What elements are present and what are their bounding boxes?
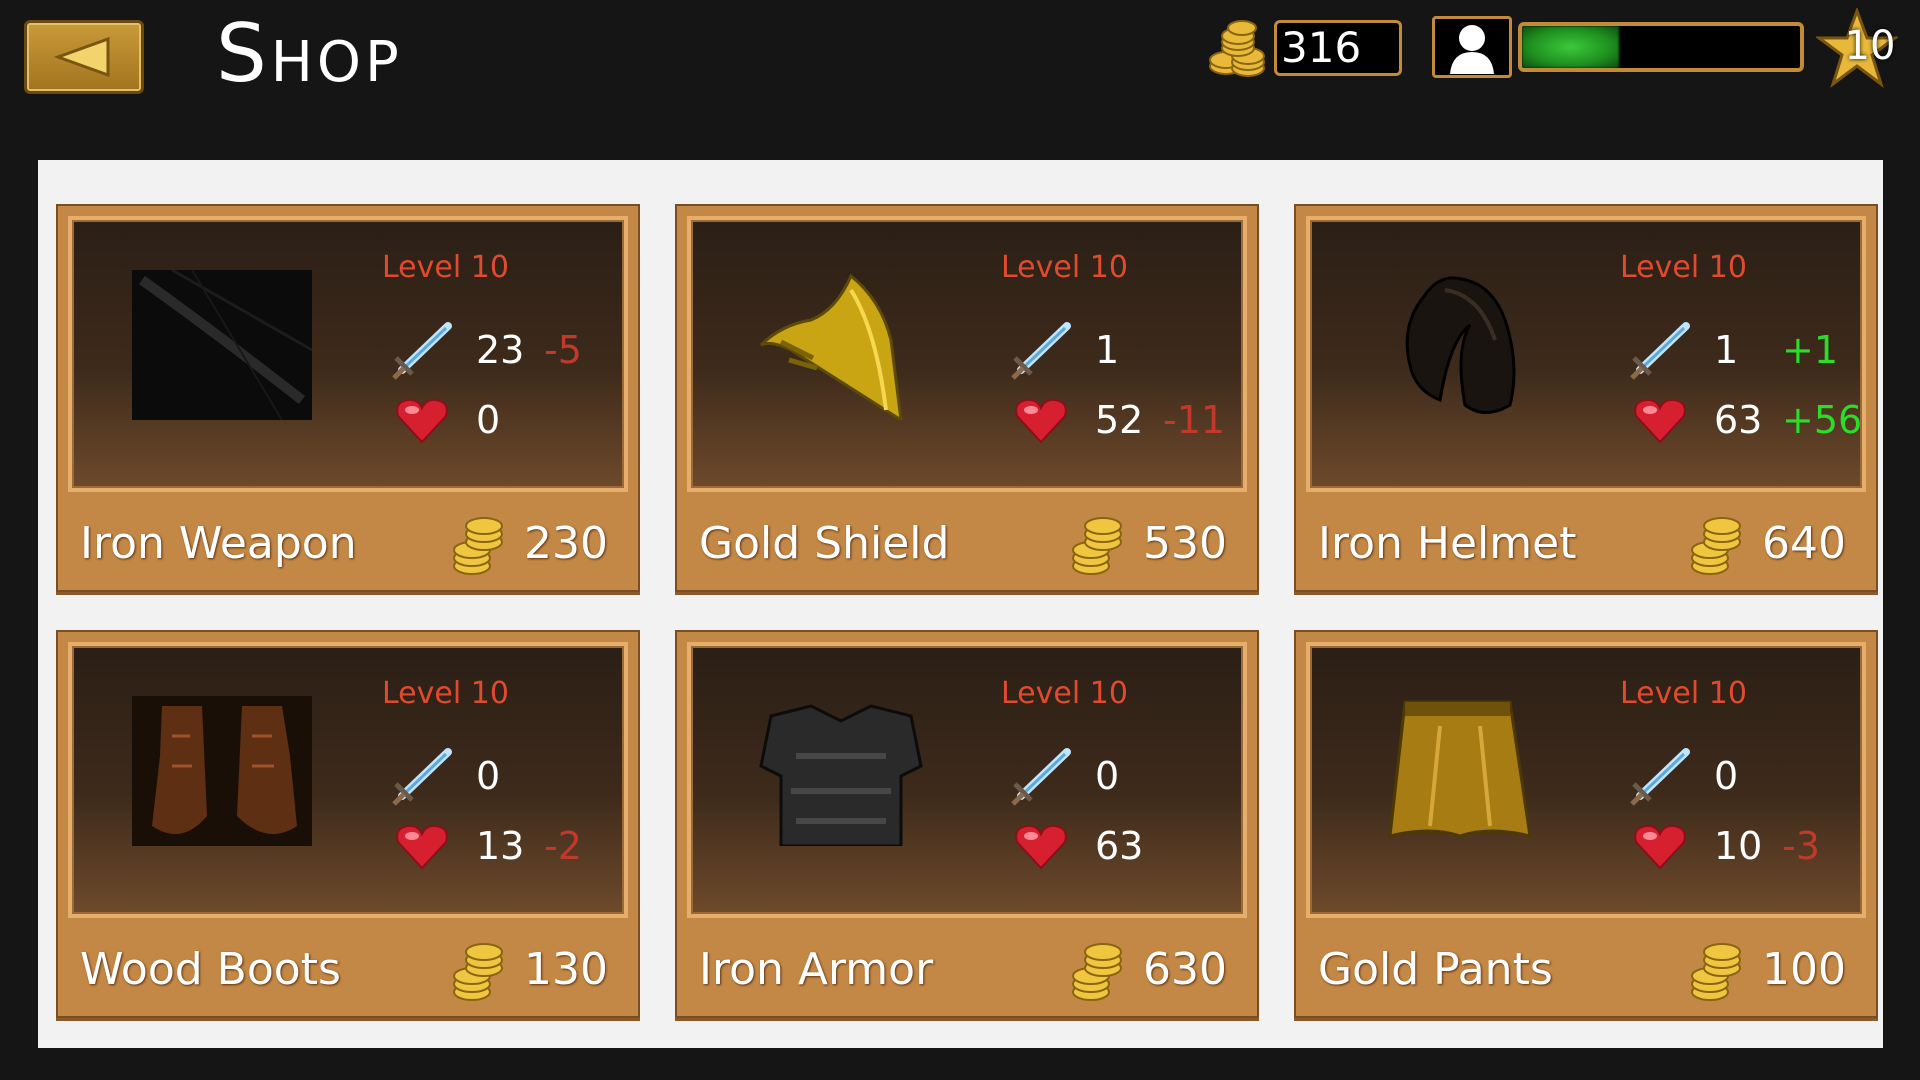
- health-stat: 63 +56: [1628, 390, 1868, 450]
- back-button[interactable]: [24, 20, 144, 94]
- health-stat: 10 -3: [1628, 816, 1868, 876]
- item-preview: Level 10 0 10 -3: [1306, 642, 1866, 918]
- heart-icon: [1634, 824, 1686, 870]
- item-preview: Level 10 0 63: [687, 642, 1247, 918]
- item-preview: Level 10 23 -5 0: [68, 216, 628, 492]
- item-price: 130: [524, 944, 608, 995]
- health-value: 13: [476, 824, 525, 868]
- health-stat: 63: [1009, 816, 1249, 876]
- attack-value: 0: [1714, 754, 1739, 798]
- heart-icon: [1634, 398, 1686, 444]
- health-stat: 0: [390, 390, 630, 450]
- sword-icon: [392, 748, 452, 806]
- health-value: 0: [476, 398, 501, 442]
- attack-stat: 0: [1628, 746, 1868, 806]
- health-value: 10: [1714, 824, 1763, 868]
- player-avatar[interactable]: [1432, 16, 1512, 78]
- attack-stat: 1: [1009, 320, 1249, 380]
- item-level: Level 10: [1001, 676, 1128, 711]
- gold-counter: 316: [1274, 20, 1402, 76]
- item-name: Wood Boots: [80, 944, 341, 995]
- attack-stat: 0: [390, 746, 630, 806]
- item-level: Level 10: [382, 250, 509, 285]
- heart-icon: [1015, 824, 1067, 870]
- shop-item-card-wood-boots[interactable]: Level 10 0 13 -2 Wood Boots 130: [56, 630, 640, 1018]
- sword-icon: [1630, 748, 1690, 806]
- gold-coins-icon: [1072, 943, 1122, 1001]
- item-preview: Level 10 1 52 -11: [687, 216, 1247, 492]
- shop-item-card-gold-shield[interactable]: Level 10 1 52 -11 Gold Shield 530: [675, 204, 1259, 592]
- xp-progress-fill: [1522, 26, 1620, 68]
- health-stat: 52 -11: [1009, 390, 1249, 450]
- item-price: 230: [524, 518, 608, 569]
- sword-icon: [392, 322, 452, 380]
- page-title: Shop: [216, 7, 403, 100]
- pants-item-image: [1370, 696, 1550, 846]
- attack-stat: 1 +1: [1628, 320, 1868, 380]
- item-level: Level 10: [1620, 250, 1747, 285]
- attack-value: 23: [476, 328, 525, 372]
- item-name: Gold Pants: [1318, 944, 1553, 995]
- health-delta: +56: [1782, 398, 1863, 442]
- health-delta: -3: [1782, 824, 1820, 868]
- gold-coins-icon: [1691, 517, 1741, 575]
- attack-value: 0: [1095, 754, 1120, 798]
- item-name: Iron Weapon: [80, 518, 357, 569]
- health-delta: -11: [1163, 398, 1226, 442]
- item-name: Gold Shield: [699, 518, 950, 569]
- item-level: Level 10: [1001, 250, 1128, 285]
- boots-item-image: [132, 696, 312, 846]
- health-value: 63: [1714, 398, 1763, 442]
- item-preview: Level 10 0 13 -2: [68, 642, 628, 918]
- left-arrow-icon: [54, 37, 110, 77]
- attack-delta: -5: [544, 328, 582, 372]
- gold-coins-icon: [453, 943, 503, 1001]
- user-icon: [1450, 25, 1494, 74]
- item-price: 630: [1143, 944, 1227, 995]
- shop-item-card-gold-pants[interactable]: Level 10 0 10 -3 Gold Pants 100: [1294, 630, 1878, 1018]
- health-value: 52: [1095, 398, 1144, 442]
- shop-item-card-iron-weapon[interactable]: Level 10 23 -5 0 Iron Weapon 230: [56, 204, 640, 592]
- gold-coins-icon: [453, 517, 503, 575]
- item-preview: Level 10 1 +1 63 +56: [1306, 216, 1866, 492]
- shield-item-image: [751, 270, 931, 423]
- gold-coins-icon: [1072, 517, 1122, 575]
- attack-stat: 0: [1009, 746, 1249, 806]
- item-name: Iron Armor: [699, 944, 934, 995]
- sword-item-image: [132, 268, 313, 421]
- shop-item-card-iron-helmet[interactable]: Level 10 1 +1 63 +56 Iron Helmet 640: [1294, 204, 1878, 592]
- attack-stat: 23 -5: [390, 320, 630, 380]
- health-stat: 13 -2: [390, 816, 630, 876]
- attack-delta: +1: [1782, 328, 1839, 372]
- attack-value: 1: [1095, 328, 1120, 372]
- item-level: Level 10: [382, 676, 509, 711]
- heart-icon: [396, 398, 448, 444]
- item-name: Iron Helmet: [1318, 518, 1577, 569]
- shop-panel: Level 10 23 -5 0 Iron Weapon 230 Level 1…: [38, 160, 1883, 1048]
- health-delta: -2: [544, 824, 582, 868]
- item-price: 100: [1762, 944, 1846, 995]
- sword-icon: [1011, 748, 1071, 806]
- armor-item-image: [751, 696, 931, 848]
- item-level: Level 10: [1620, 676, 1747, 711]
- helmet-item-image: [1370, 270, 1550, 420]
- xp-progress-bar: [1518, 22, 1804, 72]
- shop-item-card-iron-armor[interactable]: Level 10 0 63 Iron Armor 630: [675, 630, 1259, 1018]
- gold-coins-icon: [1691, 943, 1741, 1001]
- attack-value: 1: [1714, 328, 1739, 372]
- sword-icon: [1011, 322, 1071, 380]
- health-value: 63: [1095, 824, 1144, 868]
- player-level: 10: [1844, 23, 1896, 69]
- sword-icon: [1630, 322, 1690, 380]
- item-price: 530: [1143, 518, 1227, 569]
- heart-icon: [396, 824, 448, 870]
- attack-value: 0: [476, 754, 501, 798]
- gold-coins-icon: [1209, 20, 1265, 77]
- heart-icon: [1015, 398, 1067, 444]
- item-price: 640: [1762, 518, 1846, 569]
